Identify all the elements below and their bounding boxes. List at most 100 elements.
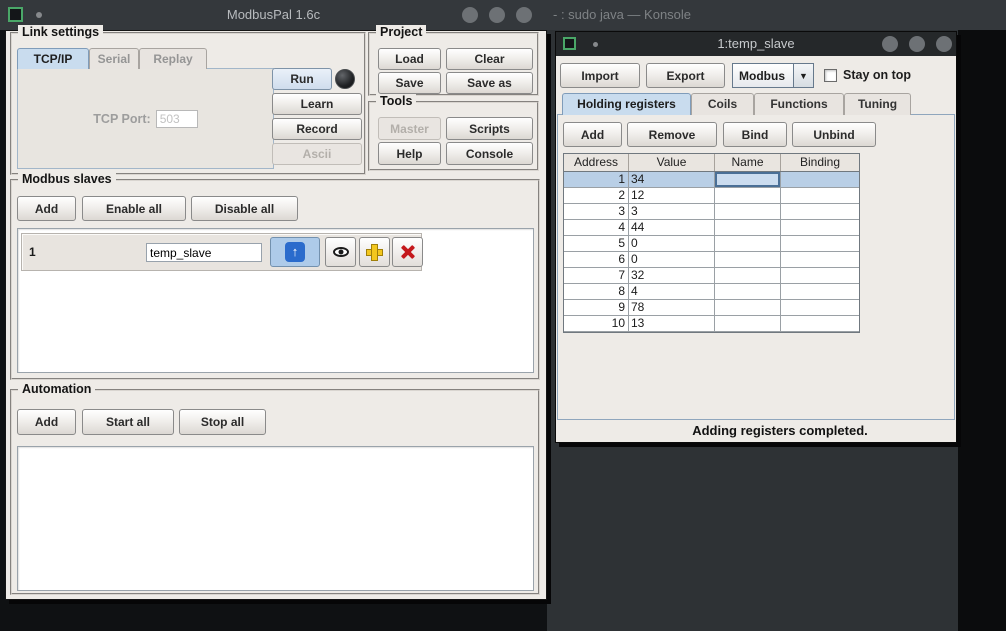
x-icon [400,244,416,260]
cell-binding[interactable] [781,300,859,316]
console-button[interactable]: Console [446,142,533,165]
slave-close-button[interactable] [936,36,952,52]
cell-name[interactable] [715,204,781,220]
tab-serial: Serial [89,48,139,69]
cell-value[interactable]: 3 [629,204,715,220]
table-row[interactable]: 84 [564,284,859,300]
close-button[interactable] [516,7,532,23]
remove-register-button[interactable]: Remove [627,122,717,147]
tab-tuning[interactable]: Tuning [844,93,911,115]
table-row[interactable]: 60 [564,252,859,268]
cell-name[interactable] [715,300,781,316]
cell-binding[interactable] [781,188,859,204]
table-row[interactable]: 50 [564,236,859,252]
stay-on-top-checkbox[interactable] [824,69,837,82]
table-row[interactable]: 212 [564,188,859,204]
cell-name[interactable] [715,284,781,300]
record-button[interactable]: Record [272,118,362,140]
cell-name[interactable] [715,188,781,204]
stop-all-button[interactable]: Stop all [179,409,266,435]
cell-value[interactable]: 0 [629,236,715,252]
cell-address[interactable]: 5 [564,236,629,252]
automation-add-button[interactable]: Add [17,409,76,435]
scripts-button[interactable]: Scripts [446,117,533,140]
cell-value[interactable]: 4 [629,284,715,300]
cell-name[interactable] [715,172,781,188]
column-header-address[interactable]: Address [564,154,629,171]
save-button[interactable]: Save [378,72,441,94]
cell-value[interactable]: 34 [629,172,715,188]
cell-value[interactable]: 12 [629,188,715,204]
table-row[interactable]: 33 [564,204,859,220]
cell-binding[interactable] [781,252,859,268]
cell-address[interactable]: 10 [564,316,629,332]
cell-value[interactable]: 78 [629,300,715,316]
cell-address[interactable]: 9 [564,300,629,316]
cell-binding[interactable] [781,220,859,236]
cell-name[interactable] [715,268,781,284]
slave-minimize-button[interactable] [882,36,898,52]
cell-binding[interactable] [781,268,859,284]
disable-all-button[interactable]: Disable all [191,196,298,221]
cell-value[interactable]: 44 [629,220,715,236]
slave-name-input[interactable] [146,243,262,262]
load-button[interactable]: Load [378,48,441,70]
minimize-button[interactable] [462,7,478,23]
cell-address[interactable]: 2 [564,188,629,204]
cell-name[interactable] [715,316,781,332]
run-button[interactable]: Run [272,68,332,90]
cell-address[interactable]: 6 [564,252,629,268]
slave-maximize-button[interactable] [909,36,925,52]
cell-binding[interactable] [781,236,859,252]
modbus-slaves-group: Modbus slaves Add Enable all Disable all… [10,179,540,380]
slave-delete-button[interactable] [392,237,423,267]
cell-name[interactable] [715,220,781,236]
cell-name[interactable] [715,252,781,268]
titlebar-strip: ModbusPal 1.6c - : sudo java — Konsole [0,0,1006,30]
help-button[interactable]: Help [378,142,441,165]
enable-all-button[interactable]: Enable all [82,196,186,221]
column-header-name[interactable]: Name [715,154,781,171]
cell-address[interactable]: 7 [564,268,629,284]
export-button[interactable]: Export [646,63,725,88]
maximize-button[interactable] [489,7,505,23]
learn-button[interactable]: Learn [272,93,362,115]
add-register-button[interactable]: Add [563,122,622,147]
import-button[interactable]: Import [560,63,640,88]
slave-enable-toggle[interactable]: ↑ [270,237,320,267]
cell-address[interactable]: 1 [564,172,629,188]
table-row[interactable]: 134 [564,172,859,188]
slave-automation-button[interactable] [359,237,390,267]
start-all-button[interactable]: Start all [82,409,174,435]
unbind-button[interactable]: Unbind [792,122,876,147]
modbus-combo[interactable]: Modbus ▼ [732,63,814,88]
slave-row[interactable]: 1 ↑ [21,233,422,271]
cell-binding[interactable] [781,316,859,332]
bind-button[interactable]: Bind [723,122,787,147]
tab-tcpip[interactable]: TCP/IP [17,48,89,69]
cell-value[interactable]: 32 [629,268,715,284]
tab-coils[interactable]: Coils [691,93,754,115]
cell-address[interactable]: 8 [564,284,629,300]
save-as-button[interactable]: Save as [446,72,533,94]
table-row[interactable]: 444 [564,220,859,236]
column-header-binding[interactable]: Binding [781,154,859,171]
column-header-value[interactable]: Value [629,154,715,171]
clear-button[interactable]: Clear [446,48,533,70]
table-row[interactable]: 978 [564,300,859,316]
table-row[interactable]: 1013 [564,316,859,332]
tab-functions[interactable]: Functions [754,93,844,115]
cell-binding[interactable] [781,172,859,188]
tab-holding-registers[interactable]: Holding registers [562,93,691,115]
cell-value[interactable]: 13 [629,316,715,332]
cell-binding[interactable] [781,204,859,220]
table-row[interactable]: 732 [564,268,859,284]
cell-address[interactable]: 4 [564,220,629,236]
cell-name[interactable] [715,236,781,252]
slave-view-button[interactable] [325,237,356,267]
chevron-down-icon[interactable]: ▼ [793,64,813,87]
cell-address[interactable]: 3 [564,204,629,220]
cell-value[interactable]: 0 [629,252,715,268]
add-slave-button[interactable]: Add [17,196,76,221]
cell-binding[interactable] [781,284,859,300]
